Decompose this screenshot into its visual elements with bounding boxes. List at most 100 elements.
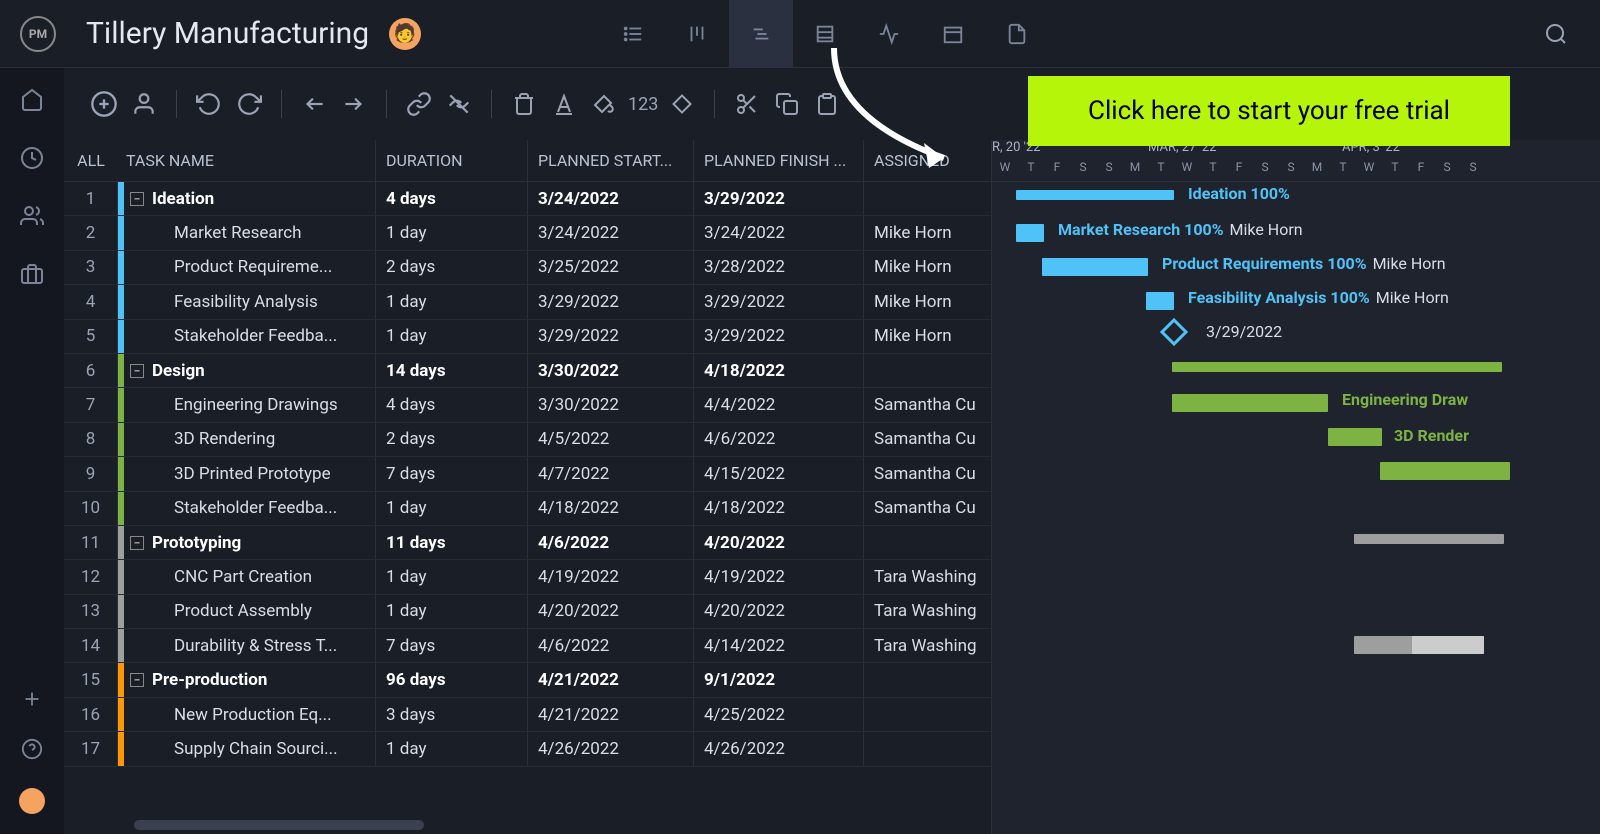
- outdent-icon[interactable]: [298, 88, 330, 120]
- assigned-cell[interactable]: Mike Horn: [864, 251, 980, 284]
- planned-finish-cell[interactable]: 4/18/2022: [694, 354, 864, 387]
- assigned-cell[interactable]: [864, 182, 980, 215]
- col-planned-finish[interactable]: PLANNED FINISH ...: [694, 140, 864, 181]
- gantt-chart[interactable]: R, 20 '22MAR, 27 '22APR, 3 '22 WTFSSMTWT…: [992, 140, 1600, 834]
- horizontal-scrollbar[interactable]: [134, 820, 424, 830]
- col-duration[interactable]: DURATION: [376, 140, 528, 181]
- table-row[interactable]: 6 −Design 14 days 3/30/2022 4/18/2022: [64, 354, 991, 388]
- planned-finish-cell[interactable]: 9/1/2022: [694, 663, 864, 696]
- table-row[interactable]: 17 Supply Chain Sourci... 1 day 4/26/202…: [64, 732, 991, 766]
- planned-start-cell[interactable]: 3/24/2022: [528, 216, 694, 249]
- view-file-icon[interactable]: [985, 0, 1049, 68]
- planned-finish-cell[interactable]: 4/26/2022: [694, 732, 864, 765]
- table-row[interactable]: 11 −Prototyping 11 days 4/6/2022 4/20/20…: [64, 526, 991, 560]
- planned-start-cell[interactable]: 3/24/2022: [528, 182, 694, 215]
- task-name-cell[interactable]: CNC Part Creation: [124, 560, 376, 593]
- table-row[interactable]: 3 Product Requireme... 2 days 3/25/2022 …: [64, 251, 991, 285]
- collapse-icon[interactable]: −: [130, 192, 144, 206]
- gantt-bar[interactable]: [1172, 362, 1502, 372]
- duration-cell[interactable]: 2 days: [376, 423, 528, 456]
- duration-cell[interactable]: 1 day: [376, 285, 528, 318]
- avatar[interactable]: 🧑: [389, 18, 421, 50]
- planned-finish-cell[interactable]: 3/29/2022: [694, 285, 864, 318]
- assignee-icon[interactable]: [128, 88, 160, 120]
- planned-start-cell[interactable]: 4/6/2022: [528, 526, 694, 559]
- redo-icon[interactable]: [233, 88, 265, 120]
- planned-start-cell[interactable]: 3/29/2022: [528, 320, 694, 353]
- assigned-cell[interactable]: Tara Washing: [864, 629, 980, 662]
- briefcase-icon[interactable]: [20, 262, 44, 290]
- duration-cell[interactable]: 1 day: [376, 595, 528, 628]
- planned-finish-cell[interactable]: 4/20/2022: [694, 526, 864, 559]
- task-name-cell[interactable]: Durability & Stress T...: [124, 629, 376, 662]
- duration-cell[interactable]: 7 days: [376, 629, 528, 662]
- col-name[interactable]: TASK NAME: [118, 140, 376, 181]
- assigned-cell[interactable]: [864, 732, 980, 765]
- planned-start-cell[interactable]: 3/25/2022: [528, 251, 694, 284]
- table-row[interactable]: 1 −Ideation 4 days 3/24/2022 3/29/2022: [64, 182, 991, 216]
- planned-finish-cell[interactable]: 4/6/2022: [694, 423, 864, 456]
- duration-cell[interactable]: 1 day: [376, 216, 528, 249]
- assigned-cell[interactable]: Mike Horn: [864, 285, 980, 318]
- task-name-cell[interactable]: Market Research: [124, 216, 376, 249]
- clock-icon[interactable]: [20, 146, 44, 174]
- assigned-cell[interactable]: Samantha Cu: [864, 492, 980, 525]
- gantt-bar[interactable]: [1016, 224, 1044, 242]
- duration-cell[interactable]: 4 days: [376, 182, 528, 215]
- undo-icon[interactable]: [193, 88, 225, 120]
- add-icon[interactable]: [88, 88, 120, 120]
- view-activity-icon[interactable]: [857, 0, 921, 68]
- planned-start-cell[interactable]: 3/30/2022: [528, 354, 694, 387]
- planned-finish-cell[interactable]: 3/24/2022: [694, 216, 864, 249]
- duration-cell[interactable]: 7 days: [376, 457, 528, 490]
- gantt-milestone[interactable]: [1160, 318, 1188, 346]
- text-color-icon[interactable]: [548, 88, 580, 120]
- gantt-bar[interactable]: [1412, 636, 1484, 654]
- fill-icon[interactable]: [588, 88, 620, 120]
- planned-start-cell[interactable]: 4/19/2022: [528, 560, 694, 593]
- planned-finish-cell[interactable]: 4/4/2022: [694, 388, 864, 421]
- help-icon[interactable]: [21, 738, 43, 764]
- planned-start-cell[interactable]: 4/18/2022: [528, 492, 694, 525]
- planned-start-cell[interactable]: 3/30/2022: [528, 388, 694, 421]
- duration-cell[interactable]: 96 days: [376, 663, 528, 696]
- planned-start-cell[interactable]: 4/6/2022: [528, 629, 694, 662]
- assigned-cell[interactable]: Samantha Cu: [864, 423, 980, 456]
- task-name-cell[interactable]: Feasibility Analysis: [124, 285, 376, 318]
- task-name-cell[interactable]: Product Requireme...: [124, 251, 376, 284]
- assigned-cell[interactable]: Tara Washing: [864, 595, 980, 628]
- table-row[interactable]: 7 Engineering Drawings 4 days 3/30/2022 …: [64, 388, 991, 422]
- gantt-bar[interactable]: [1146, 292, 1174, 310]
- planned-finish-cell[interactable]: 4/19/2022: [694, 560, 864, 593]
- planned-finish-cell[interactable]: 4/20/2022: [694, 595, 864, 628]
- assigned-cell[interactable]: Samantha Cu: [864, 388, 980, 421]
- planned-finish-cell[interactable]: 4/18/2022: [694, 492, 864, 525]
- gantt-bar[interactable]: [1328, 428, 1382, 446]
- table-row[interactable]: 12 CNC Part Creation 1 day 4/19/2022 4/1…: [64, 560, 991, 594]
- task-name-cell[interactable]: −Ideation: [124, 182, 376, 215]
- cta-button[interactable]: Click here to start your free trial: [1028, 76, 1510, 146]
- duration-cell[interactable]: 4 days: [376, 388, 528, 421]
- planned-finish-cell[interactable]: 4/25/2022: [694, 698, 864, 731]
- gantt-bar[interactable]: [1354, 534, 1504, 544]
- col-planned-start[interactable]: PLANNED START...: [528, 140, 694, 181]
- duration-cell[interactable]: 1 day: [376, 320, 528, 353]
- view-list-icon[interactable]: [601, 0, 665, 68]
- assigned-cell[interactable]: [864, 526, 980, 559]
- task-name-cell[interactable]: Supply Chain Sourci...: [124, 732, 376, 765]
- plus-icon[interactable]: [21, 688, 43, 714]
- task-name-cell[interactable]: 3D Rendering: [124, 423, 376, 456]
- table-row[interactable]: 15 −Pre-production 96 days 4/21/2022 9/1…: [64, 663, 991, 697]
- collapse-icon[interactable]: −: [130, 673, 144, 687]
- toolbar-number[interactable]: 123: [628, 94, 658, 115]
- view-board-icon[interactable]: [665, 0, 729, 68]
- task-name-cell[interactable]: Stakeholder Feedba...: [124, 492, 376, 525]
- indent-icon[interactable]: [338, 88, 370, 120]
- table-row[interactable]: 10 Stakeholder Feedba... 1 day 4/18/2022…: [64, 492, 991, 526]
- table-row[interactable]: 16 New Production Eq... 3 days 4/21/2022…: [64, 698, 991, 732]
- planned-finish-cell[interactable]: 4/14/2022: [694, 629, 864, 662]
- view-gantt-icon[interactable]: [729, 0, 793, 68]
- table-row[interactable]: 2 Market Research 1 day 3/24/2022 3/24/2…: [64, 216, 991, 250]
- assigned-cell[interactable]: [864, 354, 980, 387]
- paste-icon[interactable]: [811, 88, 843, 120]
